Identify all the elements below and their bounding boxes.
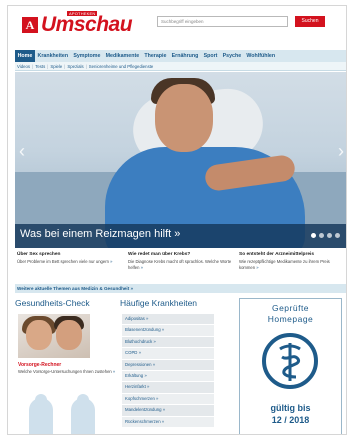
nav-item-symptome[interactable]: Symptome [71,50,103,62]
nav-item-krankheiten[interactable]: Krankheiten [35,50,71,62]
hero-caption[interactable]: Was bei einem Reizmagen hilft » [15,224,346,248]
subnav-item-spiele[interactable]: Spiele [48,64,64,69]
disease-list: Adipositas » Blasenentzündung » Bluthoch… [122,314,214,428]
more-link[interactable]: » [110,259,112,264]
body-figure [71,398,95,434]
badge-line-2: Homepage [267,314,314,324]
teaser-text: Wie rezeptpflichtige Medikamente zu ihre… [239,259,330,270]
slider-dot[interactable] [319,233,324,238]
search-button[interactable]: Suchen [295,16,325,27]
teaser-row: Über Sex sprechen Über Probleme im Bett … [15,252,346,280]
disease-link[interactable]: COPD » [122,348,214,360]
disease-link[interactable]: Herzinfarkt » [122,382,214,394]
caduceus-icon [279,343,301,381]
sub-nav: Videos | Tests | Spiele | Spezials | Sen… [15,62,346,71]
disease-link[interactable]: Blasenentzündung » [122,325,214,337]
couple-face [56,320,82,350]
nav-item-therapie[interactable]: Therapie [142,50,169,62]
common-diseases-section: Häufige Krankheiten Adipositas » Blasene… [120,298,224,434]
page-frame: A APOTHEKEN Umschau Suchbegriff eingeben… [7,5,347,435]
site-header: A APOTHEKEN Umschau Suchbegriff eingeben… [8,6,346,50]
teaser-drug-price[interactable]: So entsteht der Arzneimittelpreis Wie re… [237,252,346,280]
slider-dots [311,233,340,238]
nav-item-ernaehrung[interactable]: Ernährung [169,50,201,62]
hero-slider[interactable]: ‹ › Was bei einem Reizmagen hilft » [15,72,346,248]
vorsorge-rechner-link[interactable]: Vorsorge-Rechner [18,362,61,368]
teaser-title[interactable]: So entsteht der Arzneimittelpreis [239,252,346,258]
badge-line-1: Geprüfte [271,303,310,313]
seal-icon [262,333,318,389]
subnav-item-seniorenheime[interactable]: Seniorenheime und Pflegedienste [87,64,156,69]
body-figure [29,398,53,434]
teaser-sex[interactable]: Über Sex sprechen Über Probleme im Bett … [15,252,126,280]
body-figures-image[interactable] [25,394,105,434]
more-link[interactable]: » [256,265,258,270]
disease-link[interactable]: Mandelentzündung » [122,405,214,417]
teaser-title[interactable]: Über Sex sprechen [17,252,124,258]
slider-dot[interactable] [311,233,316,238]
pharmacy-a-icon: A [22,17,38,33]
health-check-title[interactable]: Gesundheits-Check [15,298,116,308]
more-link[interactable]: » [141,265,143,270]
logo-tag: APOTHEKEN [67,11,98,16]
badge-valid-label: gültig bis [270,403,311,413]
disease-link[interactable]: Depressionen » [122,359,214,371]
site-logo[interactable]: A APOTHEKEN Umschau [22,11,133,36]
teaser-title[interactable]: Wie redet man über Krebs? [128,252,235,258]
certified-homepage-badge[interactable]: Geprüfte Homepage gültig bis 12 / 2018 [239,298,342,434]
teaser-text: Über Probleme im Bett sprechen viele nur… [17,259,113,264]
nav-item-psyche[interactable]: Psyche [220,50,244,62]
badge-valid-date: 12 / 2018 [271,415,310,425]
hero-person-head [155,84,213,152]
main-nav: Home Krankheiten Symptome Medikamente Th… [15,50,346,62]
logo-name: Umschau [41,13,133,36]
slider-next-icon[interactable]: › [334,140,346,162]
nav-item-medikamente[interactable]: Medikamente [103,50,142,62]
common-diseases-title[interactable]: Häufige Krankheiten [120,298,224,308]
couple-face [26,320,52,350]
disease-link[interactable]: Adipositas » [122,314,214,326]
disease-link[interactable]: Erkältung » [122,370,214,383]
disease-link[interactable]: Bluthochdruck » [122,336,214,349]
subnav-item-spezials[interactable]: Spezials [65,64,85,69]
teaser-text: Die Diagnose Krebs macht oft sprachlos. … [128,259,232,270]
slider-dot[interactable] [327,233,332,238]
search-input[interactable]: Suchbegriff eingeben [157,16,288,27]
subnav-item-tests[interactable]: Tests [33,64,47,69]
nav-item-home[interactable]: Home [15,50,35,62]
nav-item-wohlfuehlen[interactable]: Wohlfühlen [244,50,278,62]
teaser-cancer[interactable]: Wie redet man über Krebs? Die Diagnose K… [126,252,237,280]
slider-dot[interactable] [335,233,340,238]
more-topics-link[interactable]: Weitere aktuelle Themen aus Medizin & Ge… [15,284,346,293]
couple-image[interactable] [18,314,90,358]
nav-item-sport[interactable]: Sport [201,50,220,62]
disease-link[interactable]: Rückenschmerzen » [122,416,214,428]
slider-prev-icon[interactable]: ‹ [15,140,29,162]
subnav-item-videos[interactable]: Videos [15,64,32,69]
health-check-section: Gesundheits-Check Vorsorge-Rechner Welch… [15,298,116,434]
more-link[interactable]: » [113,369,115,374]
hero-title[interactable]: Was bei einem Reizmagen hilft » [20,228,180,240]
disease-link[interactable]: Kopfschmerzen » [122,393,214,406]
vorsorge-rechner-text: Welche Vorsorge-Untersuchungen Ihnen zus… [18,369,116,374]
